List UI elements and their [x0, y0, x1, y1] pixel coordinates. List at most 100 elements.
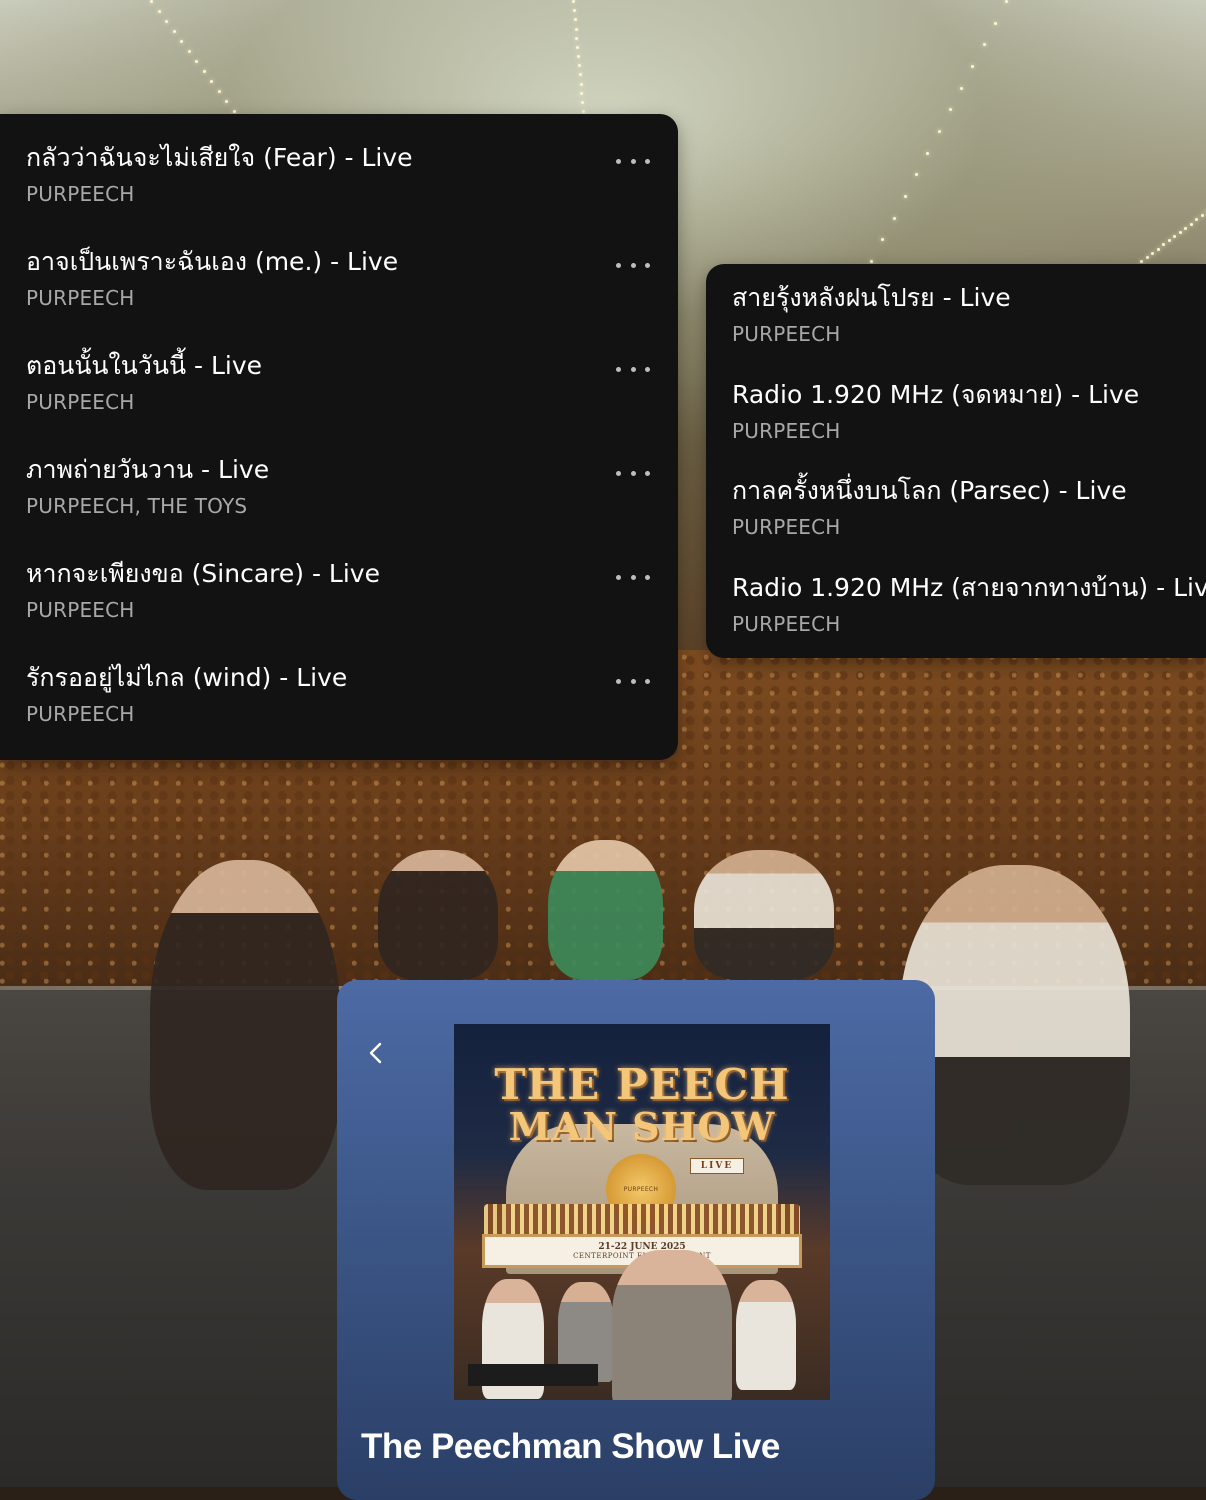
- light-bulb: [1195, 218, 1198, 222]
- light-bulb: [577, 64, 581, 68]
- track-row[interactable]: หากจะเพียงขอ (Sincare) - Live PURPEECH: [26, 558, 678, 623]
- light-bulb: [572, 0, 575, 3]
- cover-title-line-2: MAN SHOW: [508, 1104, 776, 1149]
- light-bulb: [1200, 214, 1204, 218]
- band-member: [378, 850, 498, 980]
- light-bulb: [580, 91, 584, 95]
- light-bulb: [573, 18, 577, 22]
- track-artist: PURPEECH: [732, 612, 841, 636]
- track-list-panel-left: กลัวว่าฉันจะไม่เสียใจ (Fear) - Live PURP…: [0, 114, 678, 760]
- light-bulb: [1167, 239, 1171, 243]
- track-artist: PURPEECH, THE TOYS: [26, 494, 248, 518]
- track-artist: PURPEECH: [26, 702, 135, 726]
- track-row[interactable]: ภาพถ่ายวันวาน - Live PURPEECH, THE TOYS: [26, 454, 678, 519]
- light-bulb: [1189, 222, 1193, 226]
- light-bulb: [1178, 230, 1182, 234]
- cover-title-line-1: THE PEECH: [494, 1060, 790, 1109]
- track-artist: PURPEECH: [26, 182, 135, 206]
- light-bulb: [960, 86, 963, 90]
- light-bulb: [892, 216, 896, 220]
- cover-live-tag: LIVE: [690, 1158, 744, 1174]
- track-row[interactable]: Radio 1.920 MHz (จดหมาย) - Live PURPEECH: [732, 379, 1206, 444]
- track-list-panel-right: สายรุ้งหลังฝนโปรย - Live PURPEECH Radio …: [706, 264, 1206, 658]
- light-bulb: [1005, 0, 1008, 3]
- light-bulb: [574, 27, 578, 31]
- light-bulb: [937, 130, 941, 133]
- light-bulb: [202, 70, 206, 73]
- light-bulb: [926, 151, 930, 155]
- light-bulb: [232, 110, 236, 113]
- light-bulb: [1184, 226, 1187, 230]
- light-bulb: [195, 60, 198, 63]
- cover-lead-singer: [612, 1250, 732, 1400]
- chevron-left-icon[interactable]: [361, 1038, 391, 1068]
- track-title: อาจเป็นเพราะฉันเอง (me.) - Live: [26, 247, 399, 276]
- album-card: THE PEECH MAN SHOW LIVE PURPEECH 21-22 J…: [337, 980, 935, 1500]
- cover-band-member: [736, 1280, 796, 1390]
- light-bulb: [576, 45, 580, 49]
- light-bulb: [582, 110, 585, 113]
- light-bulb: [971, 65, 975, 68]
- cover-keyboard: [468, 1364, 598, 1386]
- light-bulb: [165, 20, 168, 23]
- light-bulb: [150, 0, 153, 3]
- light-bulb: [172, 30, 176, 33]
- track-row[interactable]: อาจเป็นเพราะฉันเอง (me.) - Live PURPEECH: [26, 246, 678, 311]
- light-bulb: [903, 195, 907, 198]
- track-artist: PURPEECH: [26, 286, 135, 310]
- light-bulb: [187, 50, 191, 53]
- track-title: ภาพถ่ายวันวาน - Live: [26, 455, 270, 484]
- more-horizontal-icon[interactable]: [616, 468, 650, 478]
- more-horizontal-icon[interactable]: [616, 572, 650, 582]
- light-bulb: [578, 73, 582, 77]
- light-bulb: [577, 55, 580, 58]
- light-bulb: [581, 100, 585, 104]
- light-bulb: [157, 10, 161, 13]
- band-member: [150, 860, 340, 1190]
- track-artist: PURPEECH: [732, 322, 841, 346]
- light-bulb: [982, 43, 986, 47]
- track-row[interactable]: กลัวว่าฉันจะไม่เสียใจ (Fear) - Live PURP…: [26, 142, 678, 207]
- album-cover-art[interactable]: THE PEECH MAN SHOW LIVE PURPEECH 21-22 J…: [454, 1024, 830, 1400]
- album-title: The Peechman Show Live: [361, 1427, 780, 1466]
- light-bulb: [1156, 247, 1160, 251]
- light-bulb: [225, 100, 228, 103]
- light-bulb: [1145, 255, 1149, 259]
- more-horizontal-icon[interactable]: [616, 364, 650, 374]
- light-bulb: [1151, 251, 1154, 255]
- light-bulb: [180, 40, 183, 43]
- track-title: กลัวว่าฉันจะไม่เสียใจ (Fear) - Live: [26, 143, 413, 172]
- light-bulb: [870, 260, 873, 263]
- track-title: Radio 1.920 MHz (จดหมาย) - Live: [732, 380, 1140, 409]
- more-horizontal-icon[interactable]: [616, 156, 650, 166]
- light-bulb: [915, 173, 918, 177]
- light-bulb: [579, 82, 583, 86]
- light-bulb: [1162, 243, 1165, 247]
- track-row[interactable]: Radio 1.920 MHz (สายจากทางบ้าน) - Live P…: [732, 572, 1206, 637]
- track-row[interactable]: กาลครั้งหนึ่งบนโลก (Parsec) - Live PURPE…: [732, 475, 1206, 540]
- track-title: หากจะเพียงขอ (Sincare) - Live: [26, 559, 380, 588]
- light-bulb: [1173, 235, 1176, 238]
- light-bulb: [948, 108, 952, 112]
- track-artist: PURPEECH: [732, 419, 841, 443]
- light-bulb: [993, 21, 997, 25]
- light-bulb: [575, 36, 579, 40]
- band-member: [548, 840, 663, 980]
- light-bulb: [572, 9, 576, 13]
- light-bulb: [1140, 260, 1143, 263]
- track-title: สายรุ้งหลังฝนโปรย - Live: [732, 283, 1011, 312]
- more-horizontal-icon[interactable]: [616, 676, 650, 686]
- track-row[interactable]: สายรุ้งหลังฝนโปรย - Live PURPEECH: [732, 282, 1206, 347]
- track-title: ตอนนั้นในวันนี้ - Live: [26, 351, 262, 380]
- more-horizontal-icon[interactable]: [616, 260, 650, 270]
- track-artist: PURPEECH: [26, 390, 135, 414]
- track-artist: PURPEECH: [732, 515, 841, 539]
- light-bulb: [217, 90, 221, 93]
- band-member: [694, 850, 834, 980]
- track-row[interactable]: รักรออยู่ไม่ไกล (wind) - Live PURPEECH: [26, 662, 678, 727]
- light-bulb: [210, 80, 213, 83]
- light-bulb: [881, 238, 885, 242]
- cover-logo-text: PURPEECH: [623, 1185, 659, 1193]
- track-title: รักรออยู่ไม่ไกล (wind) - Live: [26, 663, 348, 692]
- track-row[interactable]: ตอนนั้นในวันนี้ - Live PURPEECH: [26, 350, 678, 415]
